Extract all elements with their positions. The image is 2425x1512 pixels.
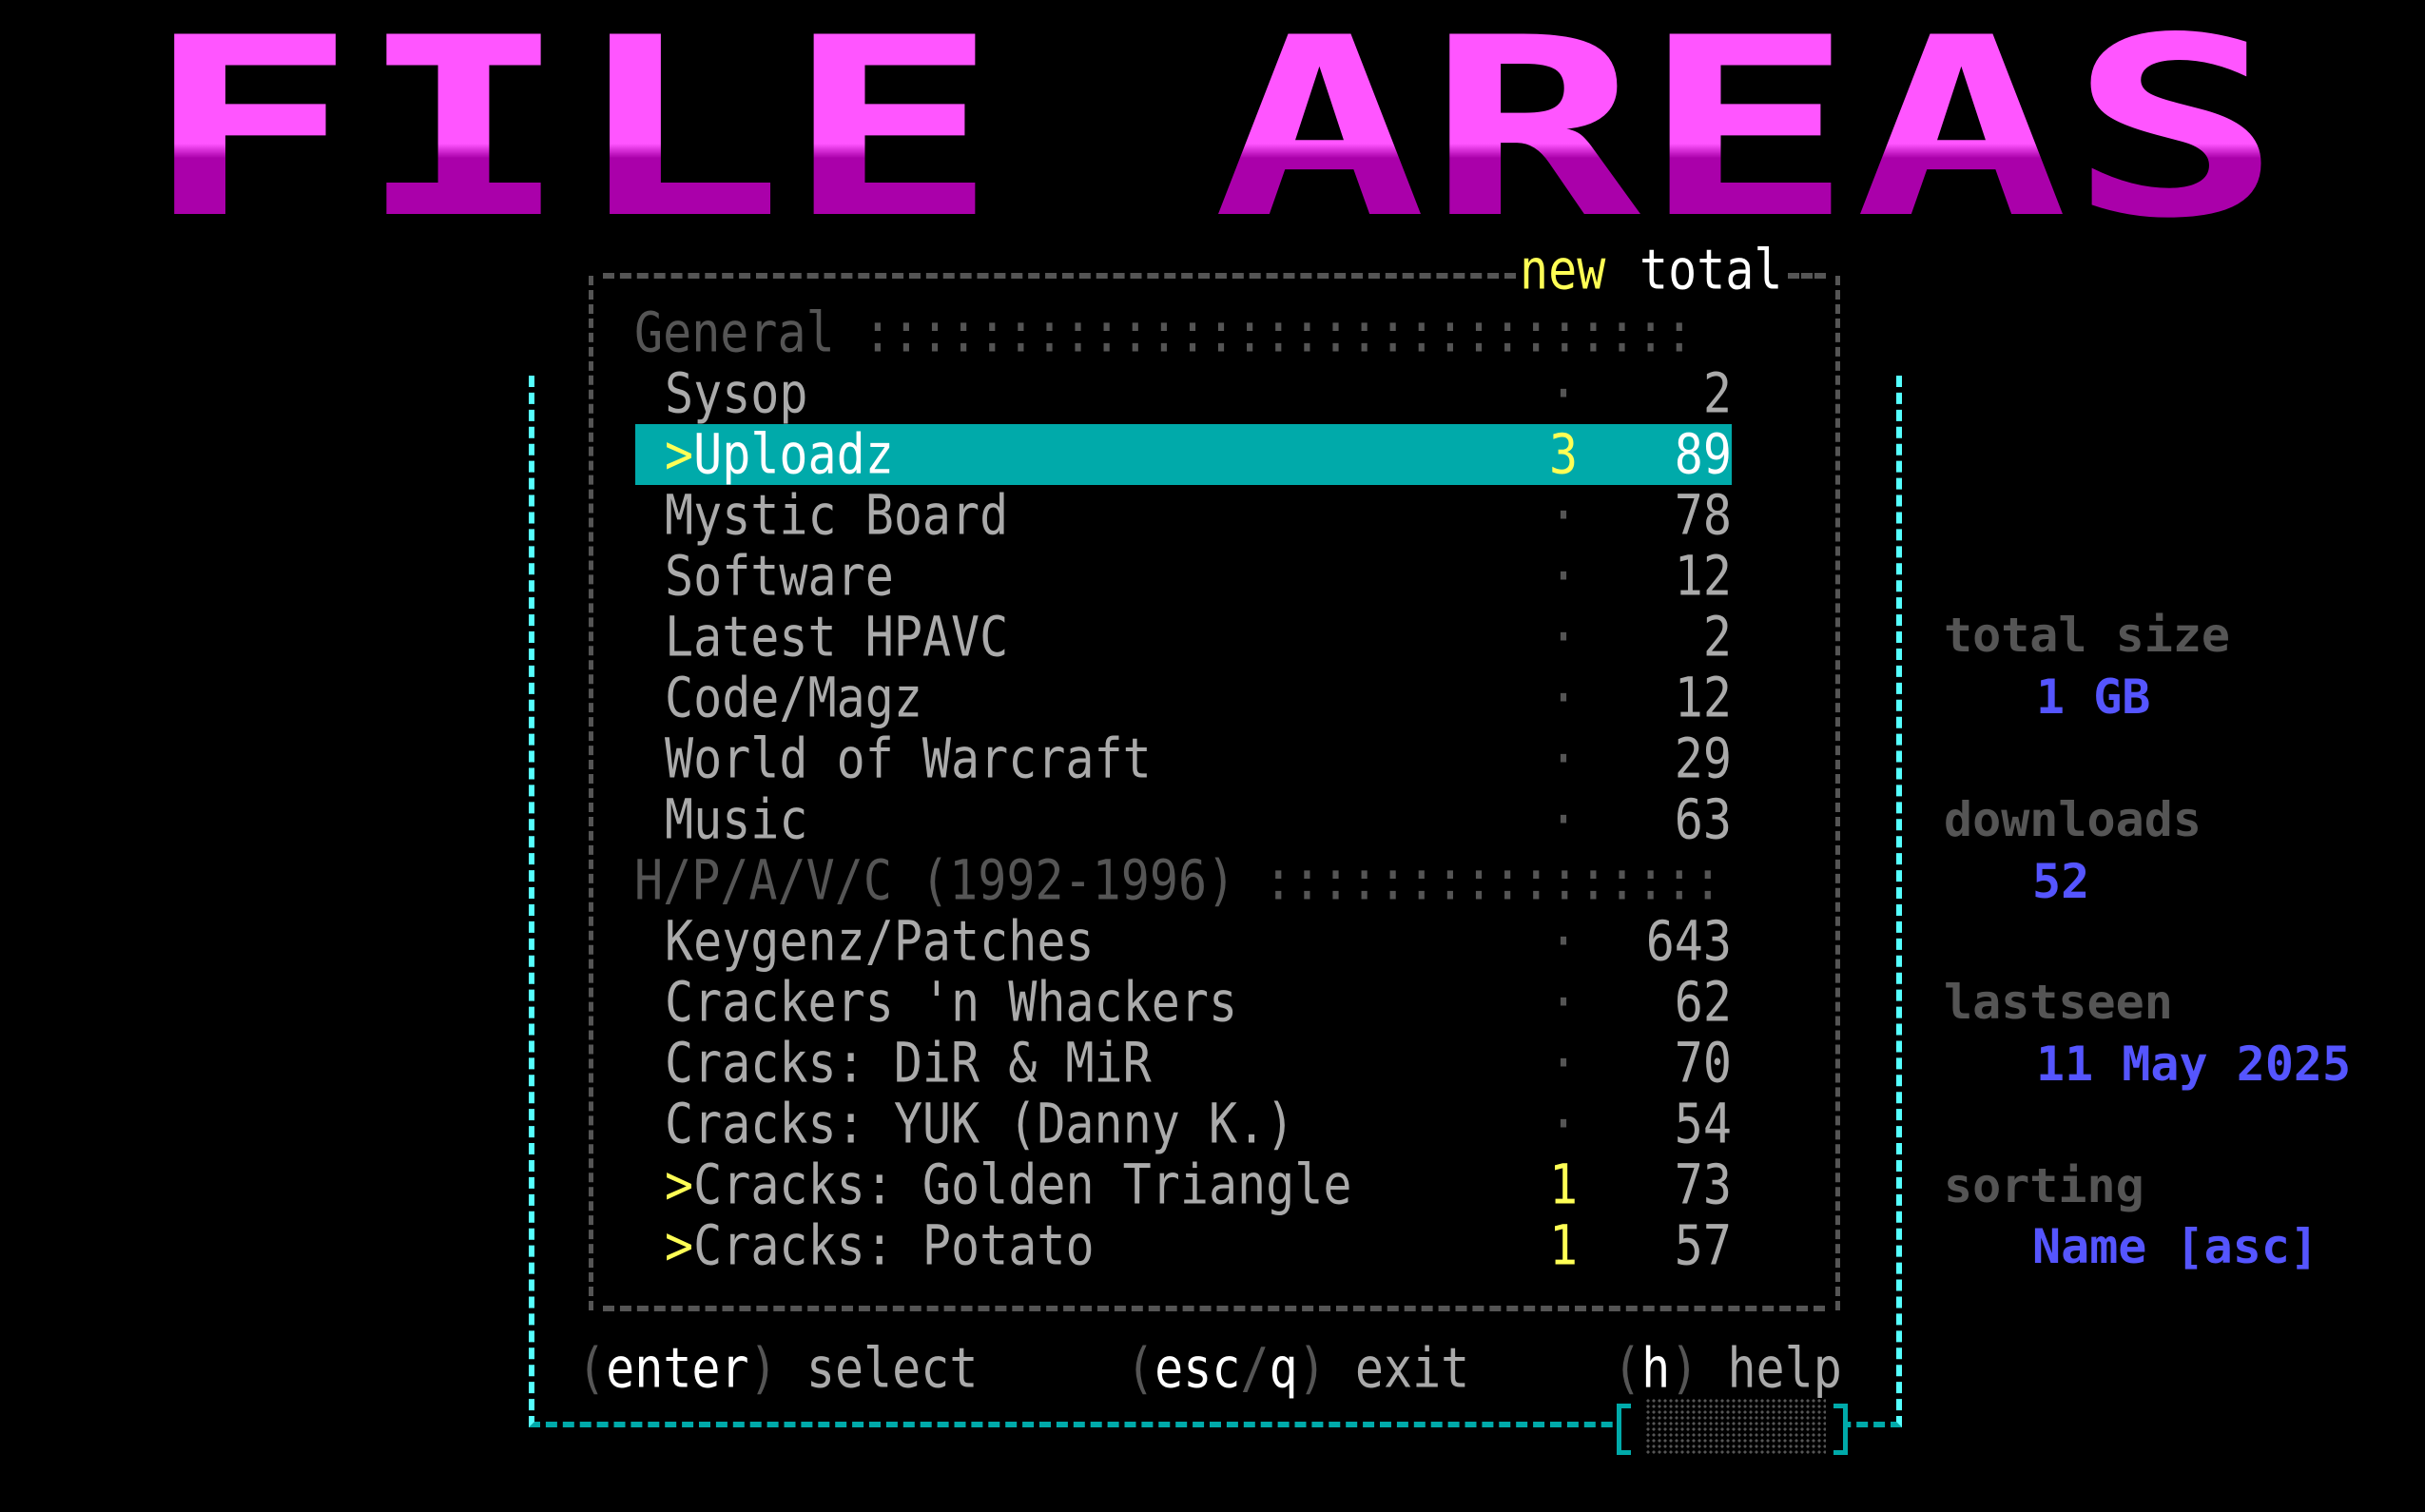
new-column-header: new (1520, 238, 1606, 302)
area-name: Software (665, 544, 894, 609)
area-name: Keygenz/Patches (665, 909, 1095, 974)
area-name: Sysop (665, 361, 808, 426)
new-count: · (1548, 605, 1579, 669)
new-files-marker-icon: > (665, 422, 694, 487)
area-name: >Uploadz (665, 422, 894, 487)
area-name: Cracks: YUK (Danny K.) (665, 1092, 1295, 1156)
new-count: · (1548, 483, 1579, 548)
new-count: 3 (1548, 422, 1579, 487)
help-action: help (1727, 1336, 1842, 1401)
total-count: 57 (1674, 1213, 1732, 1278)
exit-hint[interactable]: (esc/q) exit (1126, 1333, 1469, 1404)
new-count: · (1548, 1031, 1579, 1095)
area-name: Mystic Board (665, 483, 1009, 548)
file-area-row[interactable]: >Cracks: Potato 1 57 (635, 1214, 1732, 1278)
total-count: 78 (1674, 483, 1732, 548)
file-area-row[interactable]: Keygenz/Patches · 643 (635, 910, 1732, 974)
scroll-indicator[interactable] (1617, 1398, 1848, 1455)
help-hint[interactable]: (h) help (1613, 1333, 1842, 1404)
category-header: General ::::::::::::::::::::::::::::: (634, 300, 1694, 365)
file-area-row[interactable]: Cracks: DiR & MiR · 70 (635, 1032, 1732, 1095)
total-count: 70 (1674, 1031, 1732, 1095)
total-count: 2 (1702, 605, 1732, 669)
top-divider (603, 273, 1516, 279)
new-count: · (1548, 909, 1579, 974)
area-name: Latest HPAVC (665, 605, 1009, 669)
total-count: 89 (1674, 422, 1732, 487)
esc-key: esc (1154, 1336, 1241, 1401)
area-name: Code/Magz (665, 666, 922, 730)
file-area-row[interactable]: World of Warcraft · 29 (635, 727, 1732, 791)
file-area-row[interactable]: Latest HPAVC · 2 (635, 606, 1732, 669)
new-count: · (1548, 727, 1579, 791)
file-area-row[interactable]: Crackers 'n Whackers · 62 (635, 971, 1732, 1035)
downloads-label: downloads (1944, 792, 2202, 847)
new-count: · (1548, 970, 1579, 1035)
file-area-row[interactable]: >Cracks: Golden Triangle 1 73 (635, 1153, 1732, 1217)
total-count: 54 (1674, 1092, 1732, 1156)
select-hint[interactable]: (enter) select (577, 1333, 978, 1404)
total-count: 643 (1645, 909, 1732, 974)
category-header: H/P/A/V/C (1992-1996) :::::::::::::::: (634, 848, 1722, 913)
enter-key: enter (606, 1336, 749, 1401)
total-size-value: 1 GB (2036, 669, 2151, 725)
new-count: · (1548, 1092, 1579, 1156)
area-name: Cracks: DiR & MiR (665, 1031, 1152, 1095)
area-name: Music (665, 787, 808, 852)
bottom-divider (603, 1306, 1825, 1311)
area-name: >Cracks: Potato (665, 1213, 1095, 1278)
total-count: 63 (1674, 787, 1732, 852)
total-column-header: total (1639, 238, 1783, 302)
file-area-row[interactable]: Mystic Board · 78 (635, 484, 1732, 548)
total-count: 12 (1674, 544, 1732, 609)
file-areas-logo: FILE AREAS (143, 24, 2282, 247)
file-area-row[interactable]: Music · 63 (635, 788, 1732, 852)
new-files-marker-icon: > (665, 1213, 694, 1278)
new-count: · (1548, 361, 1579, 426)
total-count: 12 (1674, 666, 1732, 730)
new-count: 1 (1548, 1153, 1579, 1217)
top-divider-end (1788, 273, 1826, 279)
file-area-row[interactable]: Code/Magz · 12 (635, 667, 1732, 730)
file-area-row[interactable]: >Uploadz 3 89 (635, 423, 1732, 486)
new-count: · (1548, 666, 1579, 730)
sorting-value[interactable]: Name [asc] (2032, 1216, 2318, 1277)
new-files-marker-icon: > (665, 1153, 694, 1217)
q-key: q (1269, 1336, 1298, 1401)
lastseen-label: lastseen (1944, 975, 2173, 1030)
new-count: · (1548, 787, 1579, 852)
svg-text:FILE AREAS: FILE AREAS (143, 24, 2282, 247)
total-count: 62 (1674, 970, 1732, 1035)
sorting-label: sorting (1944, 1158, 2144, 1213)
total-count: 73 (1674, 1153, 1732, 1217)
exit-action: exit (1354, 1336, 1470, 1401)
area-name: Crackers 'n Whackers (665, 970, 1238, 1035)
total-count: 29 (1674, 727, 1732, 791)
area-name: World of Warcraft (665, 727, 1152, 791)
file-area-row[interactable]: Software · 12 (635, 545, 1732, 609)
total-size-label: total size (1944, 608, 2231, 663)
new-count: 1 (1548, 1213, 1579, 1278)
total-count: 2 (1702, 361, 1732, 426)
new-count: · (1548, 544, 1579, 609)
h-key: h (1641, 1336, 1671, 1401)
lastseen-value: 11 May 2025 (2036, 1037, 2352, 1092)
file-area-row[interactable]: Cracks: YUK (Danny K.) · 54 (635, 1093, 1732, 1156)
downloads-value: 52 (2032, 854, 2090, 909)
select-action: select (805, 1336, 979, 1401)
key-separator: / (1240, 1336, 1270, 1401)
area-name: >Cracks: Golden Triangle (665, 1153, 1352, 1217)
file-area-row[interactable]: Sysop · 2 (635, 362, 1732, 426)
